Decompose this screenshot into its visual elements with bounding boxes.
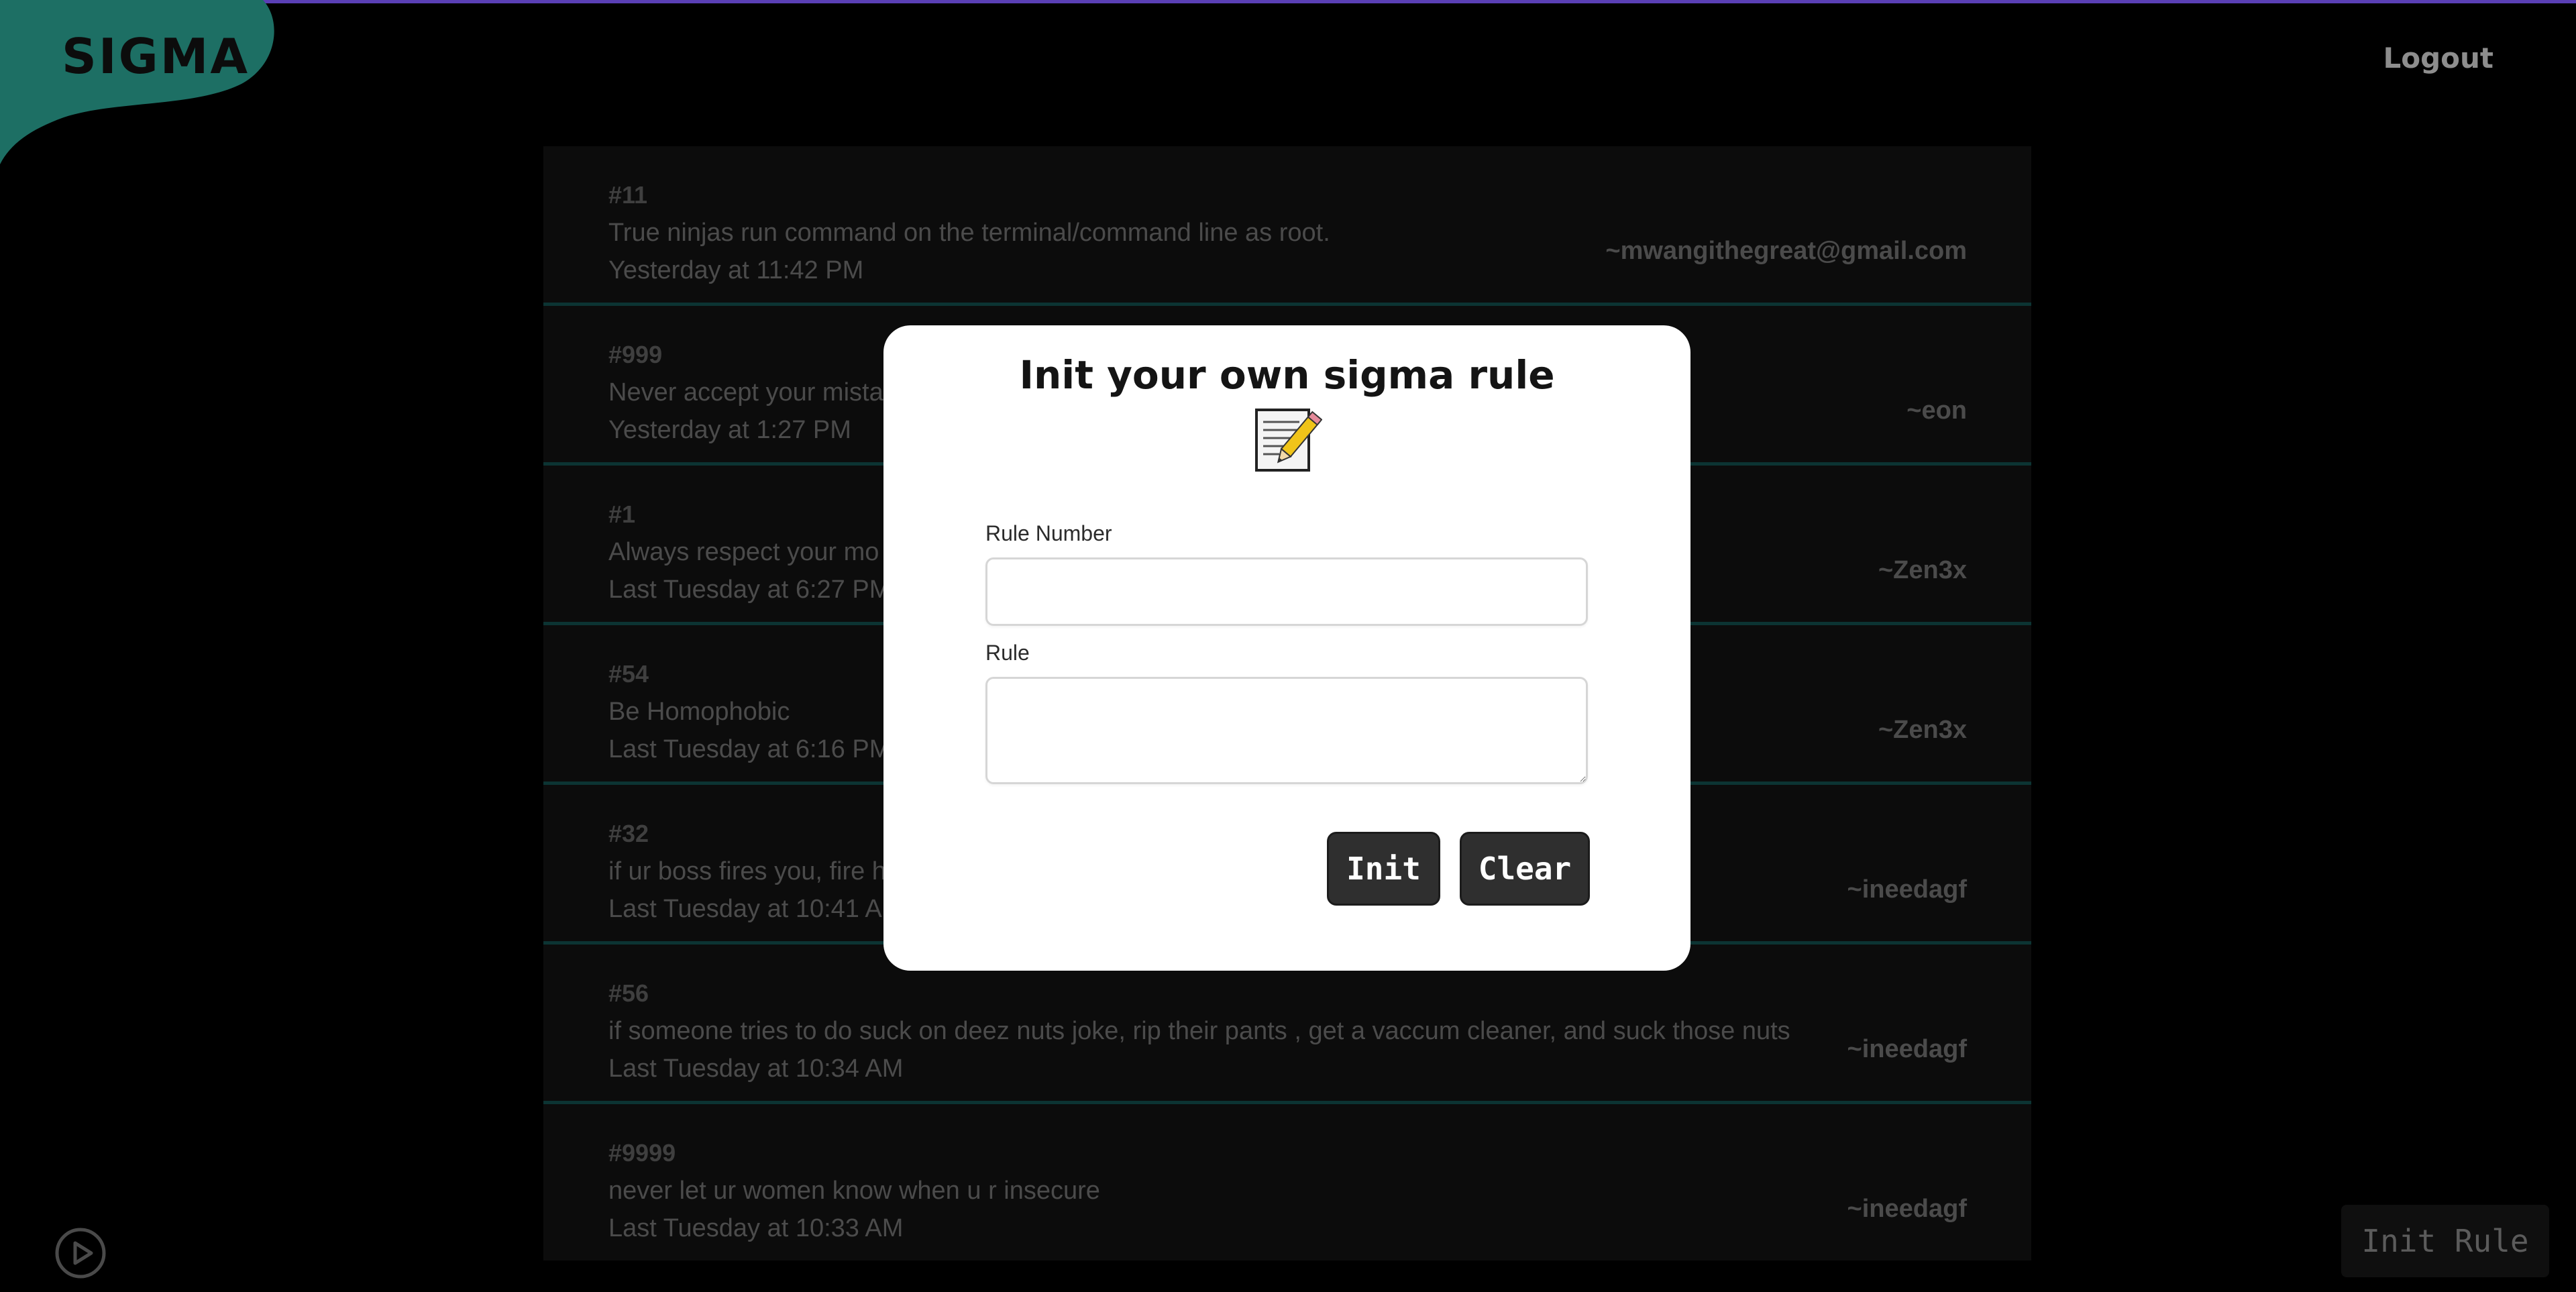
rule-author: ~Zen3x [1878,556,1967,584]
rule-author: ~ineedagf [1847,1035,1967,1063]
rule-number: #54 [608,660,649,688]
init-rule-modal: Init your own sigma rule Rule Number Rul… [883,325,1690,971]
top-accent-strip [0,0,2576,3]
play-icon[interactable] [54,1226,107,1280]
rule-card: #9999 never let ur women know when u r i… [543,1104,2031,1260]
clear-button[interactable]: Clear [1460,832,1590,906]
rule-timestamp: Last Tuesday at 10:34 AM [608,1055,904,1083]
modal-title: Init your own sigma rule [1019,352,1555,398]
rule-timestamp: Last Tuesday at 6:16 PM [608,735,891,763]
rule-number: #1 [608,500,636,528]
app-logo[interactable]: SIGMA [62,28,250,85]
rule-timestamp: Last Tuesday at 6:27 PM [608,576,891,604]
rule-text: True ninjas run command on the terminal/… [608,219,1330,247]
rule-text: Never accept your mista [608,378,883,407]
rule-number: #56 [608,979,649,1007]
rule-timestamp: Last Tuesday at 10:41 A [608,895,882,923]
rule-number-label: Rule Number [985,521,1112,545]
rule-timestamp: Yesterday at 1:27 PM [608,416,851,444]
rule-author: ~eon [1907,396,1967,425]
rule-text: if ur boss fires you, fire h [608,857,886,885]
rule-timestamp: Yesterday at 11:42 PM [608,256,864,284]
rule-author: ~mwangithegreat@gmail.com [1605,237,1967,265]
rule-number: #999 [608,341,663,368]
rule-number-input[interactable] [985,557,1588,626]
rule-author: ~ineedagf [1847,875,1967,904]
rule-text: never let ur women know when u r insecur… [608,1177,1100,1205]
rule-label: Rule [985,641,1030,665]
rule-number: #32 [608,820,649,847]
init-rule-button[interactable]: Init Rule [2341,1205,2549,1277]
rule-textarea[interactable] [985,677,1588,784]
rule-text: if someone tries to do suck on deez nuts… [608,1017,1790,1045]
rule-author: ~Zen3x [1878,716,1967,744]
memo-icon [1255,409,1322,472]
logout-link[interactable]: Logout [2383,42,2493,74]
rule-card: #11 True ninjas run command on the termi… [543,146,2031,306]
init-button[interactable]: Init [1327,832,1440,906]
rule-number: #11 [608,181,648,209]
rule-timestamp: Last Tuesday at 10:33 AM [608,1214,904,1242]
rule-text: Be Homophobic [608,698,790,726]
rule-number: #9999 [608,1139,676,1167]
rule-text: Always respect your mo [608,538,879,566]
rule-author: ~ineedagf [1847,1195,1967,1223]
